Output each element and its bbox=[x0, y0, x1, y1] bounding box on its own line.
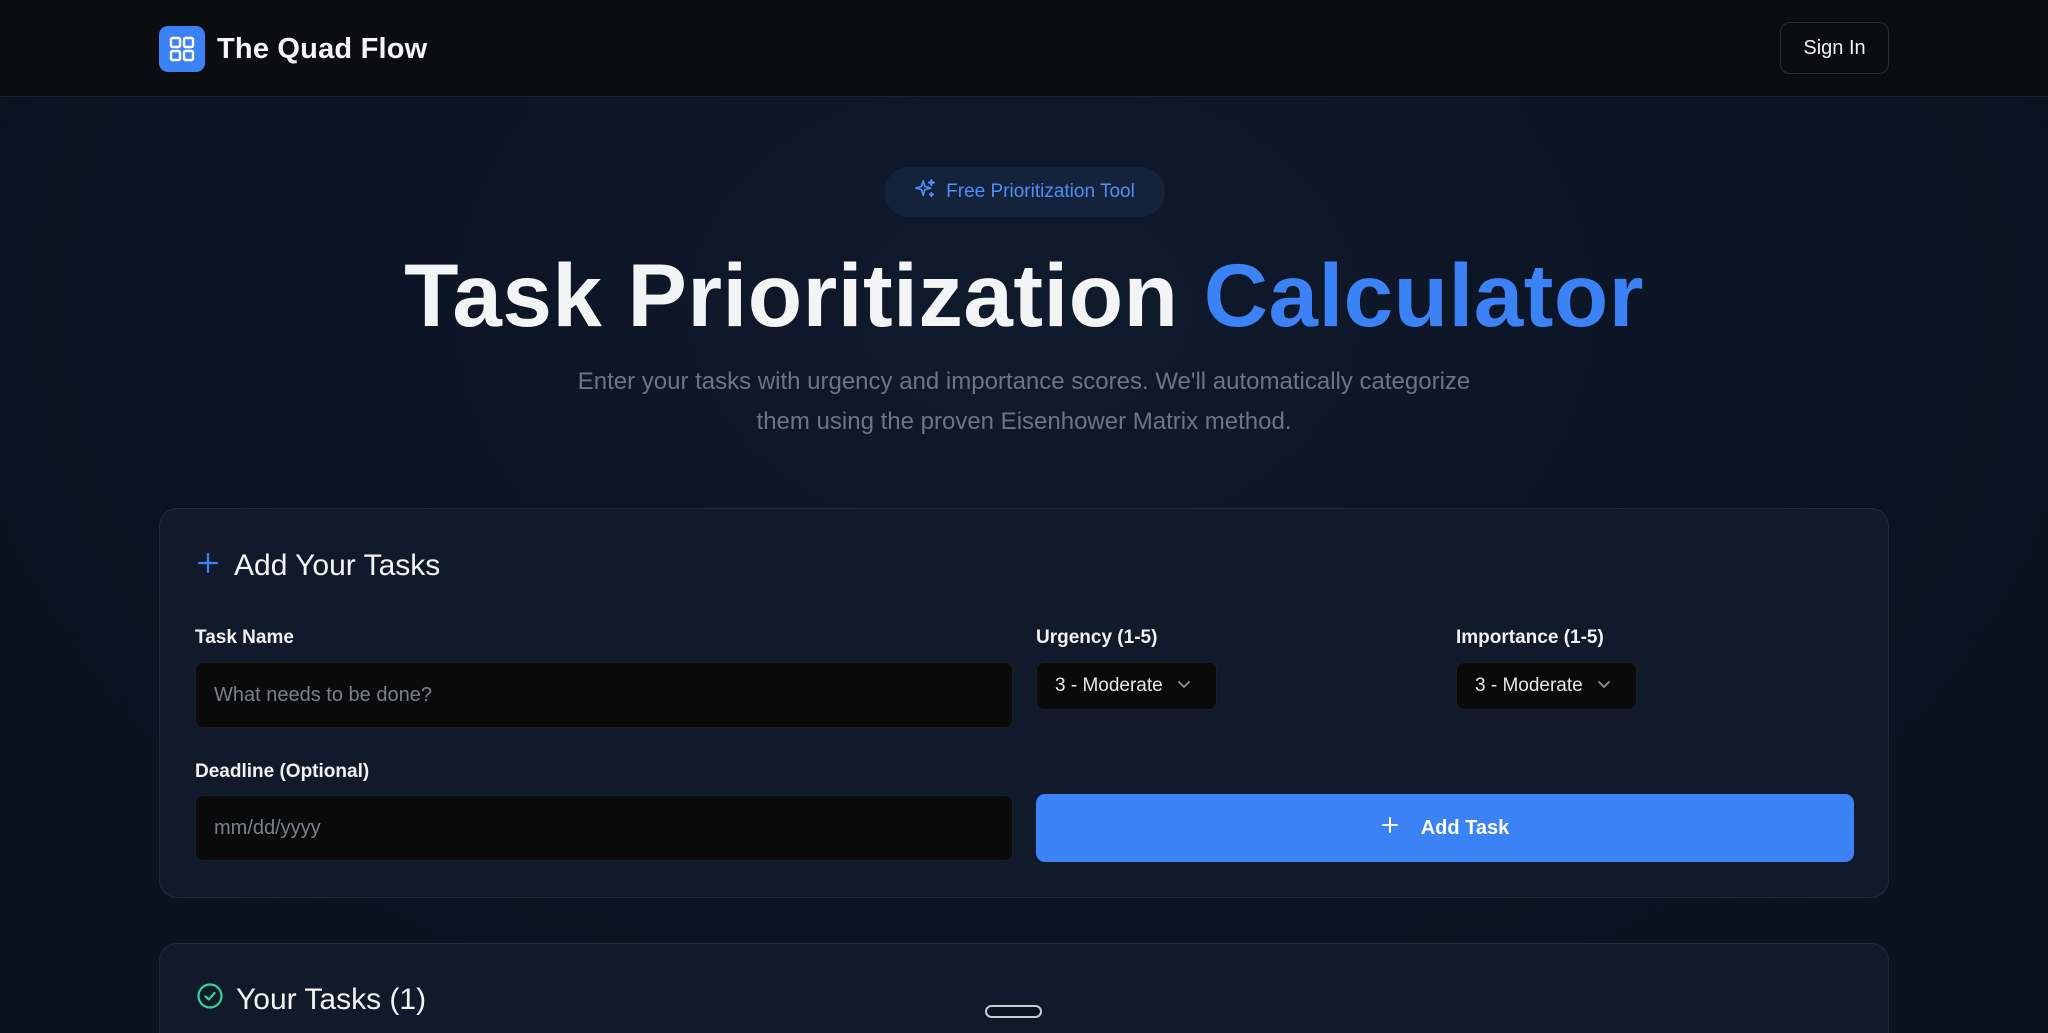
page-title-accent: Calculator bbox=[1203, 245, 1644, 345]
importance-select[interactable]: 3 - Moderate bbox=[1456, 662, 1637, 710]
check-circle-icon bbox=[196, 982, 224, 1018]
plus-icon bbox=[196, 549, 220, 583]
page-title: Task Prioritization Calculator bbox=[0, 244, 2048, 347]
sparkles-icon bbox=[914, 178, 936, 206]
chevron-down-icon bbox=[1597, 675, 1611, 697]
page-title-main: Task Prioritization bbox=[404, 245, 1179, 345]
urgency-label: Urgency (1-5) bbox=[1036, 627, 1158, 648]
scroll-indicator[interactable] bbox=[985, 1005, 1042, 1018]
brand-logo[interactable]: The Quad Flow bbox=[159, 26, 427, 72]
add-tasks-heading: Add Your Tasks bbox=[196, 549, 440, 583]
urgency-value: 3 - Moderate bbox=[1055, 675, 1163, 696]
brand-name: The Quad Flow bbox=[217, 32, 428, 65]
plus-icon bbox=[1381, 816, 1399, 840]
add-task-button-label: Add Task bbox=[1420, 816, 1510, 839]
urgency-select[interactable]: 3 - Moderate bbox=[1036, 662, 1217, 710]
deadline-label: Deadline (Optional) bbox=[195, 761, 370, 782]
page-subtitle-line-2: them using the proven Eisenhower Matrix … bbox=[756, 408, 1292, 435]
page-subtitle-line-1: Enter your tasks with urgency and import… bbox=[577, 368, 1471, 395]
page-subtitle: Enter your tasks with urgency and import… bbox=[524, 362, 1524, 442]
your-tasks-card: Your Tasks (1) bbox=[159, 943, 1889, 1033]
sign-in-button[interactable]: Sign In bbox=[1780, 22, 1889, 74]
task-name-label: Task Name bbox=[195, 627, 294, 648]
badge-label: Free Prioritization Tool bbox=[946, 181, 1135, 202]
add-tasks-card: Add Your Tasks Task Name Urgency (1-5) 3… bbox=[159, 508, 1889, 898]
your-tasks-heading: Your Tasks (1) bbox=[196, 982, 426, 1018]
top-header: The Quad Flow Sign In bbox=[0, 0, 2048, 97]
deadline-input[interactable] bbox=[195, 795, 1013, 861]
task-name-input[interactable] bbox=[195, 662, 1013, 728]
add-tasks-title: Add Your Tasks bbox=[234, 549, 441, 582]
chevron-down-icon bbox=[1177, 675, 1191, 697]
your-tasks-title: Your Tasks (1) bbox=[236, 983, 427, 1016]
free-tool-badge: Free Prioritization Tool bbox=[884, 167, 1165, 217]
grid-icon bbox=[159, 26, 205, 72]
importance-label: Importance (1-5) bbox=[1456, 627, 1604, 648]
add-task-button[interactable]: Add Task bbox=[1036, 794, 1854, 862]
importance-value: 3 - Moderate bbox=[1475, 675, 1583, 696]
